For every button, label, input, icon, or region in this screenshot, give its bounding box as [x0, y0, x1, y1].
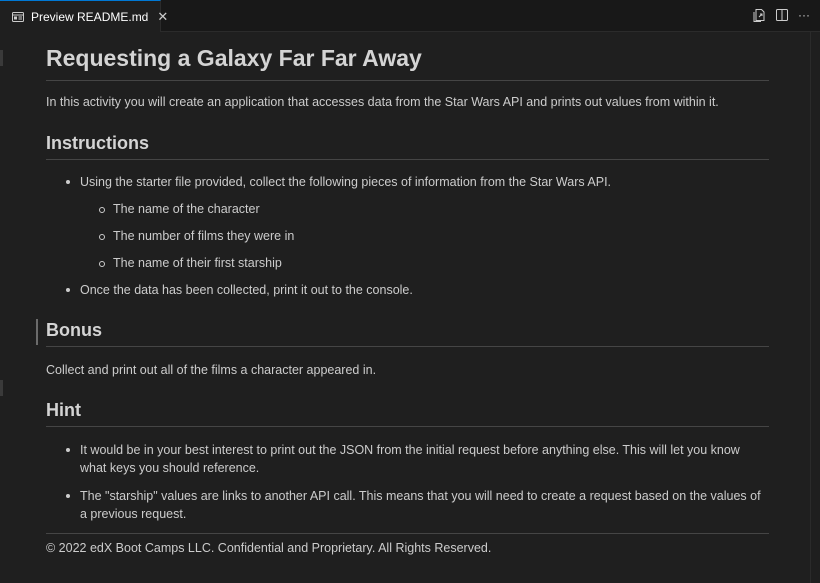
bullet-disc [66, 448, 70, 452]
preview-icon [11, 10, 25, 24]
gutter-marker [0, 380, 3, 396]
bullet-disc [66, 494, 70, 498]
instructions-heading: Instructions [46, 132, 769, 160]
bullet-disc [66, 288, 70, 292]
bullet-circle [99, 234, 105, 240]
footer-divider [46, 533, 769, 534]
tab-label: Preview README.md [31, 9, 149, 24]
tab-bar: Preview README.md ✕ ··· [0, 0, 820, 32]
intro-paragraph: In this activity you will create an appl… [46, 95, 719, 109]
tab-preview-readme[interactable]: Preview README.md ✕ [0, 0, 168, 32]
bullet-circle [99, 261, 105, 267]
page-title: Requesting a Galaxy Far Far Away [46, 44, 769, 81]
bullet-disc [66, 180, 70, 184]
open-source-icon[interactable] [752, 7, 768, 23]
hint-heading: Hint [46, 399, 769, 427]
editor-window: Preview README.md ✕ ··· Requesting a Gal… [0, 0, 820, 583]
gutter-marker [0, 50, 3, 66]
selection-indicator [36, 319, 38, 345]
split-editor-icon[interactable] [774, 7, 790, 23]
bonus-paragraph: Collect and print out all of the films a… [46, 363, 377, 377]
scrollbar[interactable] [810, 32, 820, 583]
editor-actions: ··· [752, 7, 812, 23]
copyright-footer: © 2022 edX Boot Camps LLC. Confidential … [46, 541, 492, 555]
bullet-circle [99, 207, 105, 213]
close-icon[interactable]: ✕ [157, 9, 168, 25]
more-actions-icon[interactable]: ··· [796, 7, 812, 23]
bonus-heading: Bonus [46, 319, 769, 347]
